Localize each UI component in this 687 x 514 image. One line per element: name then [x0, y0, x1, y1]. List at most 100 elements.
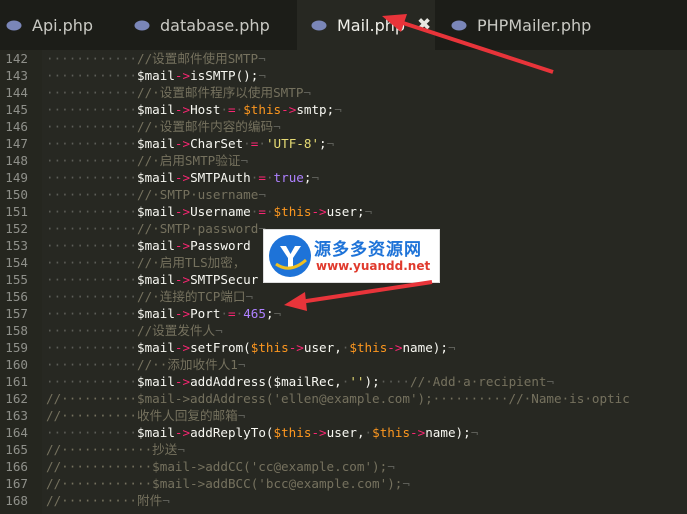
code-line[interactable]: 160 ············//··添加收件人1¬ [0, 356, 687, 373]
indent-whitespace: ············ [46, 68, 137, 83]
code-token: -> [410, 425, 426, 440]
tab-mail[interactable]: Mail.php ✖ [297, 0, 435, 50]
tab-phpmailer[interactable]: PHPMailer.php [437, 0, 687, 50]
code-line[interactable]: 146 ············//·设置邮件内容的编码¬ [0, 118, 687, 135]
code-token: -> [174, 238, 191, 253]
code-token: -> [311, 204, 327, 219]
line-number: 153 [5, 238, 28, 253]
tab-database[interactable]: database.php [120, 0, 296, 50]
code-line[interactable]: 143 ············$mail->isSMTP();¬ [0, 67, 687, 84]
indent-whitespace: ············ [46, 306, 137, 321]
code-line[interactable]: 156 ············//·连接的TCP端口¬ [0, 288, 687, 305]
close-icon[interactable]: ✖ [417, 15, 431, 35]
code-token: $mail [137, 136, 175, 151]
code-line[interactable]: 161 ············$mail->addAddress($mailRe… [0, 373, 687, 390]
code-line[interactable]: 145 ············$mail->Host·=·$this->smtp… [0, 101, 687, 118]
code-token: 'UTF-8' [265, 136, 320, 151]
code-line[interactable]: 164 ············$mail->addReplyTo($this->… [0, 424, 687, 441]
code-token: ( [265, 425, 274, 440]
code-token: · [364, 425, 373, 440]
code-token: ¬ [237, 408, 246, 423]
code-text: //············$mail->addBCC('bcc@example… [46, 475, 410, 492]
code-token: ¬ [447, 340, 456, 355]
line-number: 162 [5, 391, 28, 406]
code-token: name); [425, 425, 471, 440]
code-token: = [258, 170, 266, 185]
code-text: //··········收件人回复的邮箱¬ [46, 407, 245, 424]
code-token: //············$mail->addCC('cc@example.c… [46, 459, 388, 474]
code-token: = [228, 102, 236, 117]
code-line[interactable]: 148 ············//·启用SMTP验证¬ [0, 152, 687, 169]
code-token: user, [303, 340, 342, 355]
code-token: -> [174, 272, 191, 287]
line-number: 147 [5, 136, 28, 151]
code-text: //··········附件¬ [46, 492, 170, 509]
indent-whitespace: ············ [46, 340, 137, 355]
code-text: ············$mail->CharSet·=·'UTF-8';¬ [46, 135, 334, 152]
code-line[interactable]: 147 ············$mail->CharSet·=·'UTF-8';… [0, 135, 687, 152]
code-token: ¬ [364, 204, 373, 219]
code-token: ¬ [245, 289, 254, 304]
code-line[interactable]: 158 ············//设置发件人¬ [0, 322, 687, 339]
code-token: $mail [137, 204, 175, 219]
code-token: //·Add·a·recipient [410, 374, 547, 389]
code-token: $mail [137, 306, 175, 321]
code-token: //·启用TLS加密， [137, 255, 246, 270]
indent-whitespace: ············ [46, 119, 137, 134]
code-text: ············$mail->Password [46, 237, 251, 254]
code-token: -> [174, 68, 191, 83]
line-number: 143 [5, 68, 28, 83]
line-number: 166 [5, 459, 28, 474]
code-text: ············//·启用SMTP验证¬ [46, 152, 248, 169]
code-line[interactable]: 151 ············$mail->Username·=·$this->… [0, 203, 687, 220]
code-text: ············$mail->Port·=·465;¬ [46, 305, 281, 322]
code-token: ; [319, 136, 327, 151]
code-line[interactable]: 150 ············//·SMTP·username¬ [0, 186, 687, 203]
php-elephant-icon [451, 20, 467, 31]
tab-api[interactable]: Api.php [0, 0, 118, 50]
code-text: ············//·设置邮件内容的编码¬ [46, 118, 281, 135]
line-number: 157 [5, 306, 28, 321]
code-line[interactable]: 165 //············抄送¬ [0, 441, 687, 458]
indent-whitespace: ············ [46, 272, 137, 287]
php-elephant-icon [6, 20, 22, 31]
code-token: -> [174, 374, 191, 389]
indent-whitespace: ············ [46, 170, 137, 185]
line-number: 149 [5, 170, 28, 185]
code-token: -> [174, 102, 191, 117]
line-number: 158 [5, 323, 28, 338]
code-line[interactable]: 167 //············$mail->addBCC('bcc@exam… [0, 475, 687, 492]
code-line[interactable]: 159 ············$mail->setFrom($this->use… [0, 339, 687, 356]
code-token: ¬ [546, 374, 555, 389]
code-token: -> [174, 136, 191, 151]
code-text: ············$mail->addAddress($mailRec, ·… [46, 373, 554, 390]
line-number: 142 [5, 51, 28, 66]
code-line[interactable]: 162 //··········$mail->addAddress('ellen@… [0, 390, 687, 407]
code-token: (); [235, 68, 259, 83]
code-token: ¬ [387, 459, 395, 474]
code-token: -> [387, 340, 403, 355]
indent-whitespace: ············ [46, 323, 137, 338]
code-token: //设置发件人 [137, 323, 216, 338]
line-number: 154 [5, 255, 28, 270]
indent-whitespace: ············ [46, 187, 137, 202]
indent-whitespace: ············ [46, 136, 137, 151]
code-line[interactable]: 168 //··········附件¬ [0, 492, 687, 509]
code-token: //·设置邮件程序以使用SMTP [137, 85, 304, 100]
code-token: · [220, 102, 229, 117]
line-number: 146 [5, 119, 28, 134]
code-line[interactable]: 144 ············//·设置邮件程序以使用SMTP¬ [0, 84, 687, 101]
code-token: ···· [379, 374, 411, 389]
code-line[interactable]: 142 ············//设置邮件使用SMTP¬ [0, 50, 687, 67]
tab-bar: Api.php database.php Mail.php ✖ PHPMaile… [0, 0, 687, 50]
code-line[interactable]: 157 ············$mail->Port·=·465;¬ [0, 305, 687, 322]
code-token: 465 [243, 306, 266, 321]
code-token: ¬ [334, 102, 342, 117]
watermark-brand: 源多多资源网 [314, 240, 422, 260]
code-line[interactable]: 166 //············$mail->addCC('cc@exampl… [0, 458, 687, 475]
code-token: ¬ [326, 136, 335, 151]
code-token: Port [190, 306, 221, 321]
code-line[interactable]: 149 ············$mail->SMTPAuth·=·true;¬ [0, 169, 687, 186]
code-token: $mail [137, 238, 175, 253]
code-line[interactable]: 163 //··········收件人回复的邮箱¬ [0, 407, 687, 424]
